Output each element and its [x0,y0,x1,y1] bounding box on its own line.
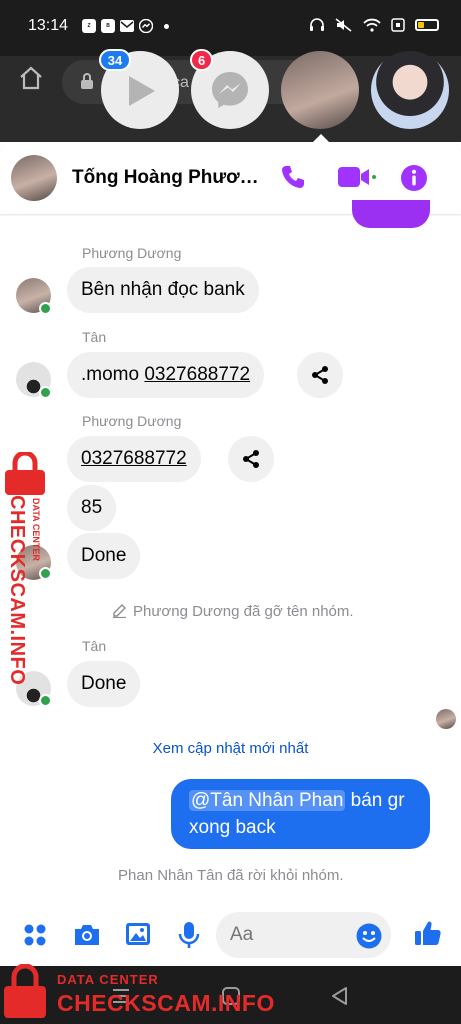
previous-outgoing-bubble [352,200,430,228]
message-bubble[interactable]: .momo 0327688772 [67,352,265,398]
headset-icon [310,18,324,31]
seen-receipt-avatar [436,709,456,729]
message-text: bán gr [345,790,405,811]
share-icon [243,450,259,468]
home-icon[interactable] [18,66,44,90]
sender-name: Tân [82,329,107,345]
mention-tag[interactable]: @Tân Nhân Phan [189,790,346,811]
online-indicator [39,386,52,399]
online-indicator [39,694,52,707]
message-text: Done [81,673,127,694]
screen-icon [391,18,405,32]
notification-icons: Z B [82,19,169,33]
zalo-icon: Z [82,19,96,33]
status-time: 13:14 [28,17,69,34]
system-icons [309,18,439,32]
message-bubble[interactable]: Done [67,533,141,579]
phone-icon[interactable] [280,164,306,190]
avatar[interactable] [11,155,57,201]
message-bubble[interactable]: 0327688772 [67,436,201,482]
system-message: Phan Nhân Tân đã rời khỏi nhóm. [118,867,344,884]
system-text: Phương Dương đã gỡ tên nhóm. [133,603,354,620]
watermark-text: CHECKSCAM.INFO [6,495,28,686]
sender-name: Tân [82,638,107,654]
wifi-icon [363,18,381,32]
messenger-icon [139,19,153,33]
message-text: xong back [189,817,276,838]
camera-icon[interactable] [73,923,101,947]
message-composer [0,906,461,966]
system-message: Phương Dương đã gỡ tên nhóm. [112,603,354,620]
online-indicator [39,302,52,315]
apps-icon[interactable] [23,923,47,947]
unread-badge: 34 [99,49,131,71]
emoji-icon[interactable] [356,923,382,949]
chat-head-avatar[interactable] [371,51,449,129]
outgoing-message-bubble[interactable]: @Tân Nhân Phan bán gr xong back [171,779,430,849]
edit-icon [113,604,126,619]
video-call-icon[interactable] [338,166,376,188]
watermark-subtext: DATA CENTER [57,972,159,987]
conversation-title[interactable]: Tống Hoàng Phương Dương [72,167,262,189]
online-indicator [39,567,52,580]
play-icon [129,76,155,106]
share-button[interactable] [228,436,274,482]
message-text: 85 [81,497,103,518]
status-bar: 13:14 Z B [0,0,461,56]
back-icon[interactable] [330,986,348,1006]
more-notifications-dot [164,23,169,29]
share-button[interactable] [297,352,343,398]
watermark-lock-icon [4,964,46,1018]
like-icon[interactable] [414,919,442,947]
message-bubble[interactable]: 85 [67,485,117,531]
phone-link[interactable]: 0327688772 [81,448,187,470]
message-text: Bên nhận đọc bank [81,279,245,300]
see-latest-link[interactable]: Xem cập nhật mới nhất [0,740,461,757]
message-text: Done [81,545,127,566]
mail-icon [120,20,134,32]
share-icon [312,366,328,384]
message-text: .momo [81,364,145,385]
message-bubble[interactable]: Done [67,661,141,707]
info-icon[interactable] [401,165,427,191]
phone-link[interactable]: 0327688772 [144,364,250,386]
messenger-logo-icon [212,72,248,108]
lock-icon [81,73,93,89]
watermark-subtext: DATA CENTER [31,498,41,561]
unread-badge: 6 [190,49,214,71]
gallery-icon[interactable] [125,922,151,946]
mute-icon [335,18,352,32]
sender-name: Phương Dương [82,245,182,261]
message-bubble[interactable]: Bên nhận đọc bank [67,267,259,313]
battery-icon [415,19,439,31]
mic-icon[interactable] [178,921,200,949]
bidv-icon: B [101,19,115,33]
sender-name: Phương Dương [82,413,182,429]
watermark-lock-icon [5,452,45,495]
chat-head-avatar[interactable] [281,51,359,129]
watermark-text: CHECKSCAM.INFO [57,990,275,1016]
